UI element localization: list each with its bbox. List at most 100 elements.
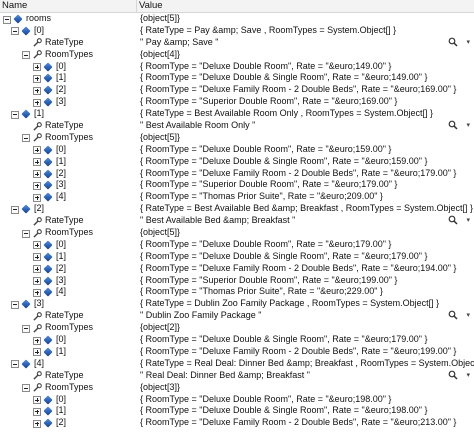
tree-row[interactable]: [2] { RoomType = "Deluxe Family Room - 2 … — [0, 417, 474, 429]
value-cell[interactable]: { RoomType = "Deluxe Double & Single Roo… — [140, 72, 474, 84]
collapse-icon[interactable] — [11, 27, 19, 36]
collapse-icon[interactable] — [22, 229, 30, 238]
expand-icon[interactable] — [33, 407, 41, 416]
tree-row[interactable]: RoomTypes {object[2]} — [0, 322, 474, 334]
expand-icon[interactable] — [33, 170, 41, 179]
magnifier-icon[interactable] — [448, 120, 462, 131]
tree-row[interactable]: [0] { RoomType = "Deluxe Double & Single … — [0, 334, 474, 346]
value-cell[interactable]: { RoomType = "Superior Double Room", Rat… — [140, 179, 474, 191]
tree-row[interactable]: [2] { RateType = Best Available Bed &amp;… — [0, 203, 474, 215]
value-cell[interactable]: { RoomType = "Thomas Prior Suite", Rate … — [140, 191, 474, 203]
tree-row[interactable]: [0] { RateType = Pay &amp; Save , RoomTyp… — [0, 25, 474, 37]
tree-row[interactable]: [3] { RoomType = "Superior Double Room", … — [0, 275, 474, 287]
tree-row[interactable]: [4] { RateType = Real Deal: Dinner Bed &a… — [0, 358, 474, 370]
collapse-icon[interactable] — [3, 15, 11, 24]
expand-icon[interactable] — [33, 348, 41, 357]
tree-row[interactable]: [2] { RoomType = "Deluxe Family Room - 2 … — [0, 263, 474, 275]
tree-row[interactable]: [3] { RateType = Dublin Zoo Family Packag… — [0, 298, 474, 310]
expand-icon[interactable] — [33, 158, 41, 167]
tree-row[interactable]: RateType " Dublin Zoo Family Package " ▾ — [0, 310, 474, 322]
value-cell[interactable]: { RoomType = "Deluxe Double Room", Rate … — [140, 239, 474, 251]
expand-icon[interactable] — [33, 419, 41, 428]
expand-icon[interactable] — [33, 86, 41, 95]
tree-row[interactable]: RateType " Pay &amp; Save " ▾ — [0, 37, 474, 49]
collapse-icon[interactable] — [11, 360, 19, 369]
tree-row[interactable]: [3] { RoomType = "Superior Double Room", … — [0, 96, 474, 108]
collapse-icon[interactable] — [22, 384, 30, 393]
expand-icon[interactable] — [33, 193, 41, 202]
expand-icon[interactable] — [33, 277, 41, 286]
tree-row[interactable]: [0] { RoomType = "Deluxe Double Room", Ra… — [0, 144, 474, 156]
tree-row[interactable]: [1] { RoomType = "Deluxe Double & Single … — [0, 251, 474, 263]
value-cell[interactable]: {object[2]} — [140, 322, 474, 334]
expand-icon[interactable] — [33, 265, 41, 274]
value-cell[interactable]: " Dublin Zoo Family Package " — [140, 310, 474, 322]
value-cell[interactable]: { RateType = Real Deal: Dinner Bed &amp;… — [140, 358, 474, 370]
value-cell[interactable]: { RoomType = "Deluxe Double & Single Roo… — [140, 334, 474, 346]
value-cell[interactable]: { RateType = Best Available Bed &amp; Br… — [140, 203, 474, 215]
value-cell[interactable]: { RoomType = "Deluxe Family Room - 2 Dou… — [140, 168, 474, 180]
collapse-icon[interactable] — [11, 205, 19, 214]
tree-row[interactable]: [2] { RoomType = "Deluxe Family Room - 2 … — [0, 84, 474, 96]
value-cell[interactable]: {object[5]} — [140, 13, 474, 25]
tree-row[interactable]: [0] { RoomType = "Deluxe Double Room", Ra… — [0, 394, 474, 406]
expand-icon[interactable] — [33, 146, 41, 155]
value-cell[interactable]: { RoomType = "Deluxe Double & Single Roo… — [140, 251, 474, 263]
magnifier-icon[interactable] — [448, 215, 462, 226]
dropdown-arrow-icon[interactable]: ▾ — [466, 215, 470, 227]
tree-row[interactable]: [4] { RoomType = "Thomas Prior Suite", Ra… — [0, 191, 474, 203]
tree-row[interactable]: RateType " Real Deal: Dinner Bed &amp; Br… — [0, 370, 474, 382]
dropdown-arrow-icon[interactable]: ▾ — [466, 370, 470, 382]
expand-icon[interactable] — [33, 241, 41, 250]
tree-row[interactable]: [1] { RoomType = "Deluxe Family Room - 2 … — [0, 346, 474, 358]
value-cell[interactable]: { RoomType = "Thomas Prior Suite", Rate … — [140, 286, 474, 298]
tree-row[interactable]: rooms {object[5]} — [0, 13, 474, 25]
tree-row[interactable]: [0] { RoomType = "Deluxe Double Room", Ra… — [0, 61, 474, 73]
tree-row[interactable]: [2] { RoomType = "Deluxe Family Room - 2 … — [0, 168, 474, 180]
magnifier-icon[interactable] — [448, 310, 462, 321]
value-cell[interactable]: {object[5]} — [140, 227, 474, 239]
dropdown-arrow-icon[interactable]: ▾ — [466, 37, 470, 49]
tree-row[interactable]: [3] { RoomType = "Superior Double Room", … — [0, 179, 474, 191]
expand-icon[interactable] — [33, 98, 41, 107]
value-cell[interactable]: { RoomType = "Deluxe Double & Single Roo… — [140, 156, 474, 168]
expand-icon[interactable] — [33, 396, 41, 404]
tree-row[interactable]: RateType " Best Available Room Only " ▾ — [0, 120, 474, 132]
expand-icon[interactable] — [33, 181, 41, 190]
tree-row[interactable]: [1] { RoomType = "Deluxe Double & Single … — [0, 72, 474, 84]
expand-icon[interactable] — [33, 336, 41, 345]
tree-row[interactable]: [1] { RoomType = "Deluxe Double & Single … — [0, 156, 474, 168]
value-cell[interactable]: { RateType = Dublin Zoo Family Package ,… — [140, 298, 474, 310]
tree-row[interactable]: RoomTypes {object[5]} — [0, 132, 474, 144]
collapse-icon[interactable] — [22, 134, 30, 143]
tree-row[interactable]: RateType " Best Available Bed &amp; Break… — [0, 215, 474, 227]
tree-row[interactable]: [4] { RoomType = "Thomas Prior Suite", Ra… — [0, 286, 474, 298]
value-column-header[interactable]: Value — [137, 0, 474, 12]
tree-row[interactable]: [1] { RateType = Best Available Room Only… — [0, 108, 474, 120]
tree-row[interactable]: [0] { RoomType = "Deluxe Double Room", Ra… — [0, 239, 474, 251]
collapse-icon[interactable] — [22, 51, 30, 60]
collapse-icon[interactable] — [22, 324, 30, 333]
value-cell[interactable]: { RateType = Pay &amp; Save , RoomTypes … — [140, 25, 474, 37]
value-cell[interactable]: {object[4]} — [140, 49, 474, 61]
expand-icon[interactable] — [33, 63, 41, 72]
value-cell[interactable]: { RoomType = "Superior Double Room", Rat… — [140, 275, 474, 287]
collapse-icon[interactable] — [11, 300, 19, 309]
value-cell[interactable]: {object[5]} — [140, 132, 474, 144]
value-cell[interactable]: " Best Available Bed &amp; Breakfast " — [140, 215, 474, 227]
value-cell[interactable]: { RoomType = "Deluxe Double Room", Rate … — [140, 144, 474, 156]
value-cell[interactable]: { RoomType = "Deluxe Family Room - 2 Dou… — [140, 84, 474, 96]
tree-row[interactable]: RoomTypes {object[4]} — [0, 49, 474, 61]
value-cell[interactable]: { RoomType = "Deluxe Family Room - 2 Dou… — [140, 417, 474, 429]
expand-icon[interactable] — [33, 74, 41, 83]
expand-icon[interactable] — [33, 253, 41, 262]
value-cell[interactable]: { RateType = Best Available Room Only , … — [140, 108, 474, 120]
name-column-header[interactable]: Name — [0, 0, 137, 12]
value-cell[interactable]: {object[3]} — [140, 382, 474, 394]
value-cell[interactable]: { RoomType = "Deluxe Family Room - 2 Dou… — [140, 263, 474, 275]
collapse-icon[interactable] — [11, 110, 19, 119]
tree-row[interactable]: [1] { RoomType = "Deluxe Double & Single … — [0, 405, 474, 417]
magnifier-icon[interactable] — [448, 37, 462, 48]
magnifier-icon[interactable] — [448, 370, 462, 381]
dropdown-arrow-icon[interactable]: ▾ — [466, 310, 470, 322]
